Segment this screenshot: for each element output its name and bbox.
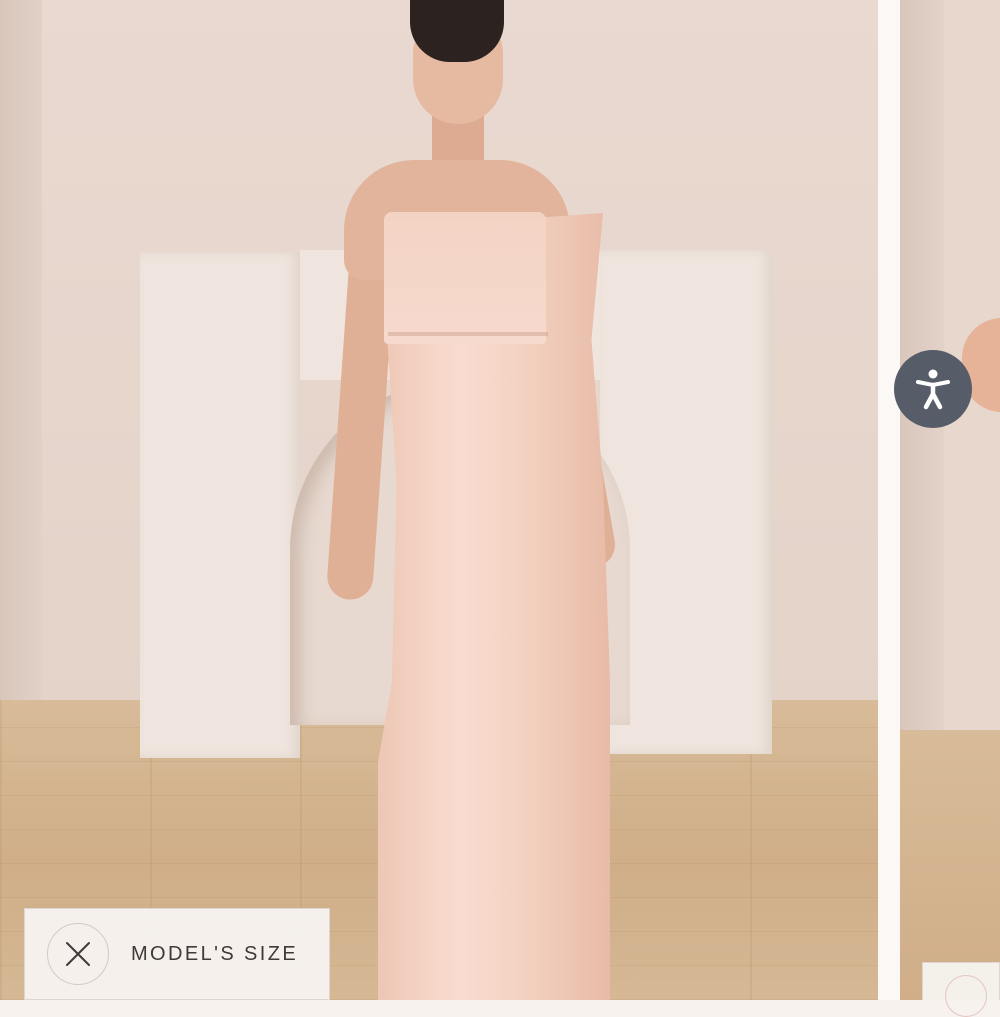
accessibility-button[interactable] (894, 350, 972, 428)
model-size-close-button[interactable] (47, 923, 109, 985)
gallery-slide-next[interactable] (900, 0, 1000, 1000)
next-wood-floor (900, 730, 1000, 1000)
dress-waist-seam (388, 332, 548, 336)
dress-cowl-bodice (384, 212, 546, 344)
next-slide-chip[interactable] (922, 962, 1000, 1017)
next-slide-chip-icon (945, 975, 987, 1017)
accessibility-person-icon (916, 369, 950, 410)
model-photo (0, 0, 878, 1000)
close-icon (66, 942, 90, 966)
gallery-slide-gap (878, 0, 900, 1000)
gallery-slide-current (0, 0, 878, 1000)
model-size-chip[interactable]: MODEL'S SIZE (24, 908, 330, 1000)
model-size-label: MODEL'S SIZE (131, 942, 299, 965)
